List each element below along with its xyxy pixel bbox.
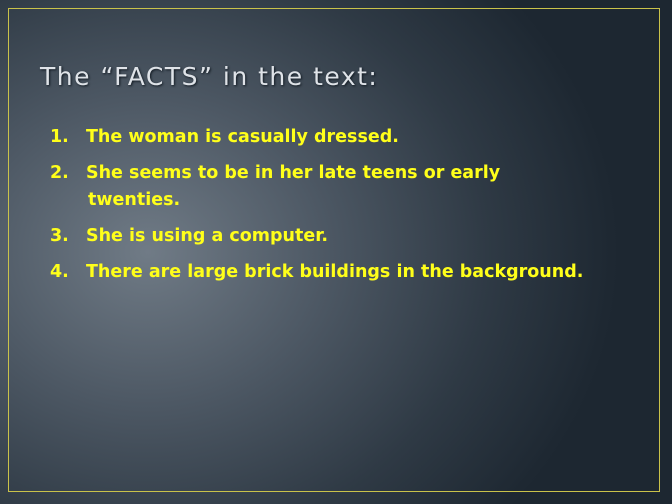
fact-text-continuation: twenties. [88,190,181,210]
fact-number: 2. [50,163,69,183]
fact-number: 3. [50,226,69,246]
fact-number: 1. [50,127,69,147]
fact-text: She is using a computer. [86,226,329,246]
fact-text: There are large brick buildings in the b… [86,262,584,282]
facts-list: 1. The woman is casually dressed. 2. She… [50,124,646,295]
slide-title: The “FACTS” in the text: [40,62,379,91]
fact-item-3: 3. She is using a computer. [50,223,646,250]
fact-item-1: 1. The woman is casually dressed. [50,124,646,151]
fact-item-4: 4. There are large brick buildings in th… [50,259,646,286]
fact-number: 4. [50,262,69,282]
fact-text: She seems to be in her late teens or ear… [86,163,501,183]
fact-item-2: 2. She seems to be in her late teens or … [50,160,646,214]
slide: The “FACTS” in the text: 1. The woman is… [0,0,672,504]
fact-text: The woman is casually dressed. [86,127,399,147]
